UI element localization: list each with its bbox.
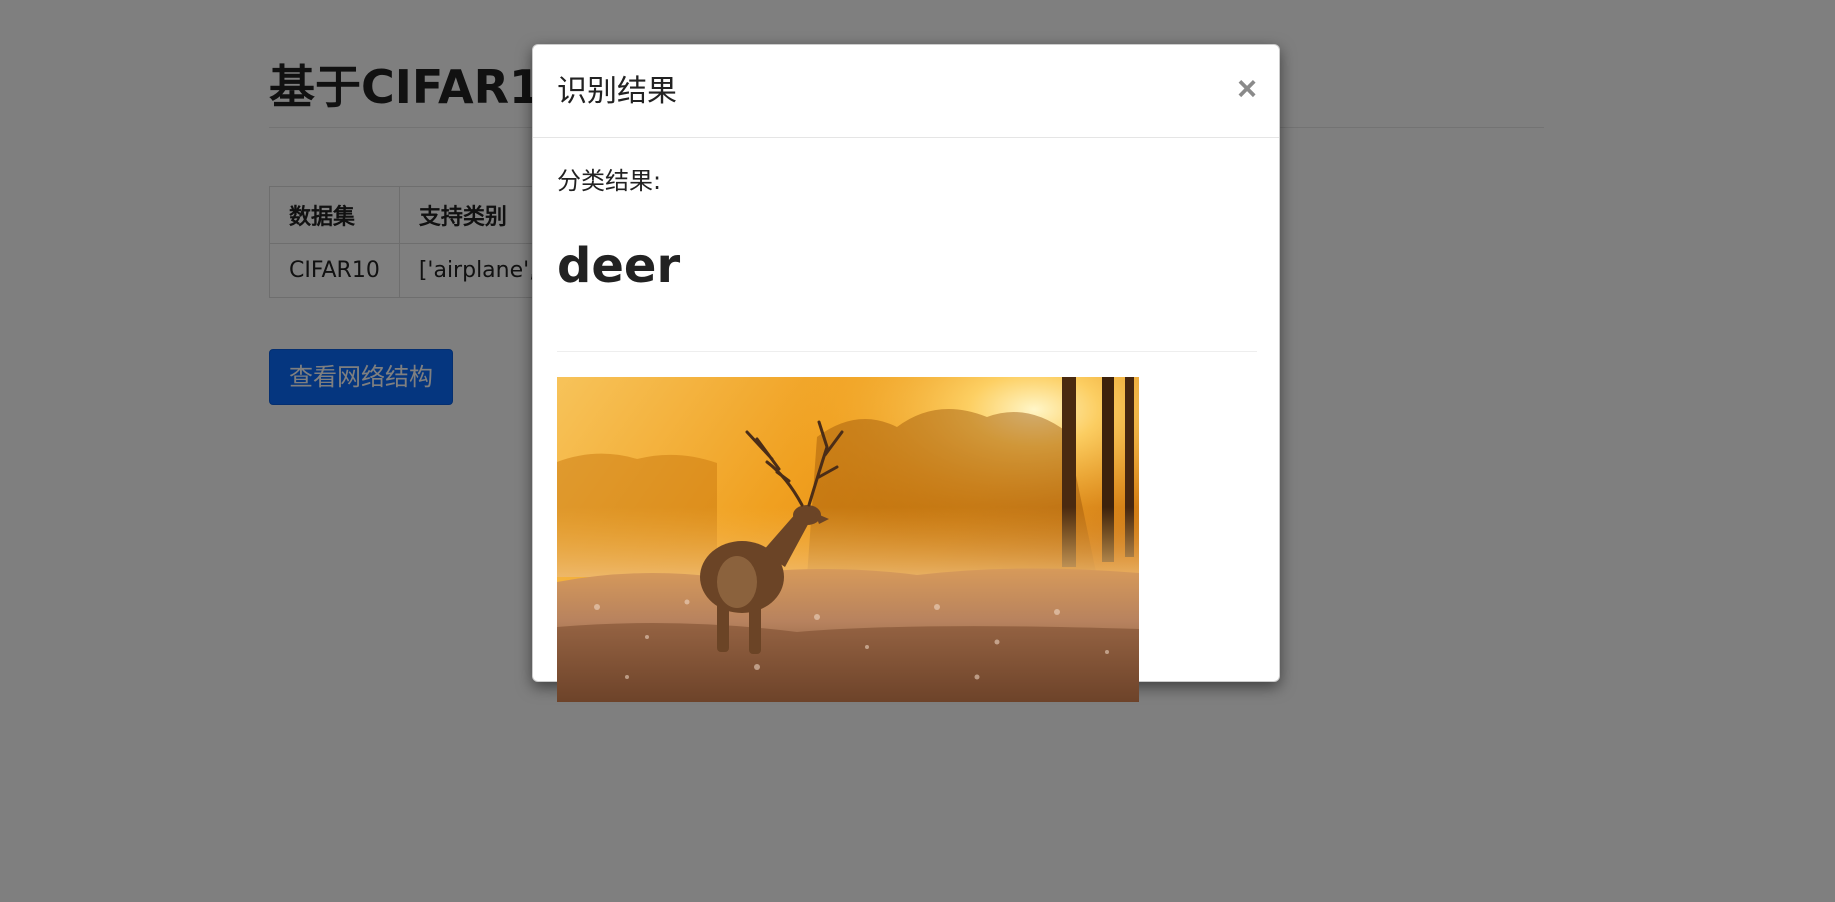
result-label: 分类结果: (557, 167, 662, 195)
result-image (557, 377, 1139, 702)
result-value: deer (557, 238, 681, 294)
close-icon[interactable]: × (1237, 71, 1257, 107)
divider (557, 351, 1257, 352)
result-modal: 识别结果 × 分类结果: deer (532, 44, 1280, 702)
modal-header: 识别结果 × (533, 45, 1279, 138)
modal-title: 识别结果 (557, 74, 677, 109)
